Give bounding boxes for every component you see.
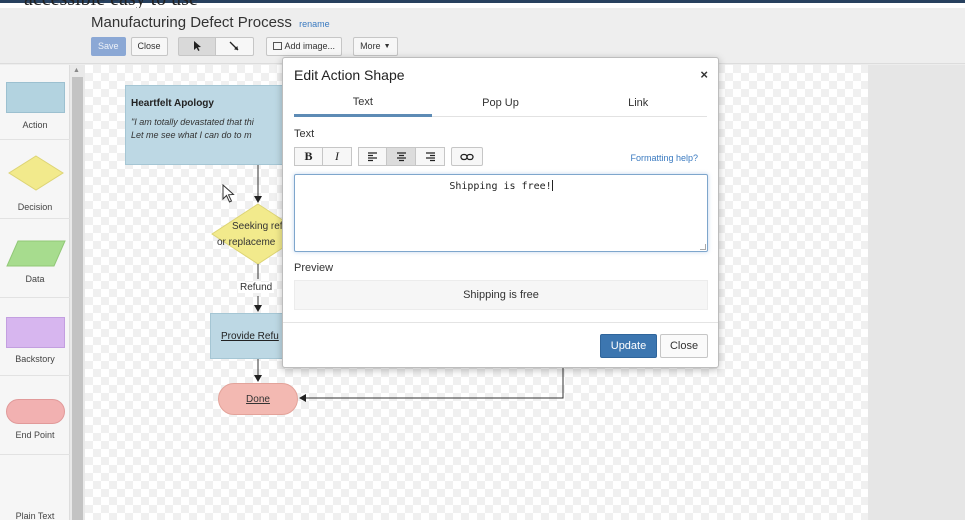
mouse-cursor-icon [222,184,235,203]
align-right-button[interactable] [416,147,445,166]
close-dialog-button[interactable]: Close [660,334,708,358]
apology-action-node[interactable]: Heartfelt Apology "I am totally devastat… [125,85,305,165]
align-right-icon [425,151,435,161]
link-chain-icon [460,153,474,160]
style-group: B I [294,147,352,167]
preview-label: Preview [294,262,334,274]
dialog-title: Edit Action Shape [294,67,405,83]
italic-button[interactable]: I [323,147,352,166]
close-icon[interactable]: × [700,67,708,82]
apology-title: Heartfelt Apology [131,98,214,109]
decision-text-line1: Seeking refu [232,221,289,232]
preview-value: Shipping is free [463,289,539,301]
tab-link[interactable]: Link [569,89,707,117]
align-center-icon [396,151,406,161]
tab-popup[interactable]: Pop Up [432,89,570,117]
align-group [358,147,445,167]
align-left-icon [368,151,377,161]
provide-refund-label: Provide Refu [221,331,279,342]
done-endpoint-node[interactable]: Done [218,383,298,415]
resize-grip-icon[interactable] [700,244,706,250]
align-center-button[interactable] [387,147,416,166]
dialog-tabs: Text Pop Up Link [294,89,707,117]
text-field-label: Text [294,128,315,140]
formatting-help-link[interactable]: Formatting help? [630,153,698,163]
insert-link-button[interactable] [451,147,483,166]
connector-line[interactable] [299,368,564,402]
edge-label-refund[interactable]: Refund [238,282,275,293]
preview-box: Shipping is free [294,280,708,310]
formatting-toolbar: B I [294,147,483,167]
edit-action-shape-dialog: Edit Action Shape × Text Pop Up Link Tex… [282,57,719,368]
text-caret [551,180,553,191]
bold-button[interactable]: B [294,147,323,166]
tab-text[interactable]: Text [294,89,432,117]
shape-text-value: Shipping is free! [449,181,552,192]
decision-text-line2: or replaceme [217,237,276,248]
done-label: Done [246,393,270,405]
update-button[interactable]: Update [600,334,657,358]
apology-body-line1: "I am totally devastated that thi [131,117,254,127]
shape-text-input[interactable]: Shipping is free! [294,174,708,252]
align-left-button[interactable] [358,147,387,166]
dialog-footer-divider [283,322,718,323]
apology-body-line2: Let me see what I can do to m [131,130,252,140]
